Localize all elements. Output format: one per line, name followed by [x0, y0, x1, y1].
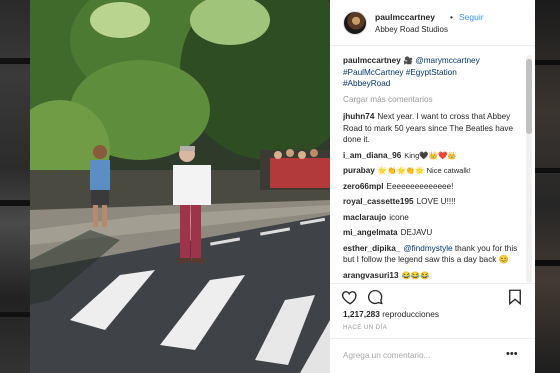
- background-left-edge: [0, 0, 30, 373]
- scrollbar-thumb[interactable]: [526, 59, 532, 134]
- comment-username[interactable]: purabay: [343, 166, 375, 175]
- comment-username[interactable]: arangvasuri13: [343, 271, 399, 280]
- comment-item: esther_dipika_ @findmystyle thank you for…: [343, 243, 521, 266]
- comment-text: Eeeeeeeeeeeeee!: [386, 181, 454, 191]
- comment-text: 🌟👏🌟👏🌟 Nice catwalk!: [377, 166, 471, 175]
- caption: paulmccartney 🎥 @marymccartney #PaulMcCar…: [343, 55, 521, 90]
- comments-scrollbar[interactable]: [526, 55, 532, 283]
- heart-icon[interactable]: [341, 288, 359, 306]
- comment-username[interactable]: i_am_diana_96: [343, 151, 401, 160]
- caption-username[interactable]: paulmccartney: [343, 56, 401, 65]
- more-options-icon[interactable]: •••: [506, 348, 518, 360]
- comment-input[interactable]: [343, 348, 493, 362]
- caption-mention[interactable]: @marymccartney: [415, 56, 479, 65]
- post-sidebar: paulmccartney • Seguir Abbey Road Studio…: [330, 0, 535, 373]
- abbey-road-scene: [30, 0, 330, 373]
- comment-item: zero66mpl Eeeeeeeeeeeeee!: [343, 181, 521, 193]
- comment-mention[interactable]: @findmystyle: [403, 244, 452, 253]
- separator-dot: •: [450, 12, 453, 22]
- comment-item: maclaraujo icone: [343, 212, 521, 224]
- views-number: 1,217,283: [343, 309, 380, 319]
- post-video[interactable]: [30, 0, 330, 373]
- comment-username[interactable]: mi_angelmata: [343, 228, 398, 237]
- comments-list: paulmccartney 🎥 @marymccartney #PaulMcCar…: [343, 55, 521, 283]
- comment-username[interactable]: zero66mpl: [343, 182, 384, 191]
- comment-item: jhuhn74 Next year. I want to cross that A…: [343, 111, 521, 146]
- comment-item: purabay 🌟👏🌟👏🌟 Nice catwalk!: [343, 165, 521, 177]
- comment-username[interactable]: royal_cassette195: [343, 197, 414, 206]
- comment-text: LOVE U!!!!: [416, 197, 456, 206]
- post-location[interactable]: Abbey Road Studios: [375, 25, 448, 34]
- views-count[interactable]: 1,217,283 reproducciones: [343, 309, 439, 319]
- comment-item: mi_angelmata DEJAVU: [343, 227, 521, 239]
- caption-hashtags[interactable]: #PaulMcCartney #EgyptStation: [343, 68, 457, 77]
- comment-username[interactable]: jhuhn74: [343, 112, 374, 121]
- post-timestamp[interactable]: HACE UN DÍA: [343, 324, 387, 331]
- load-more-comments-button[interactable]: Cargar más comentarios: [343, 94, 521, 106]
- bookmark-icon[interactable]: [506, 288, 524, 306]
- background-right-edge: [535, 0, 560, 373]
- add-comment-bar: •••: [330, 338, 535, 373]
- comment-text: 😂😂😂: [401, 270, 430, 280]
- post-header: paulmccartney • Seguir Abbey Road Studio…: [330, 0, 535, 46]
- caption-hashtag-abbeyroad[interactable]: #AbbeyRoad: [343, 79, 390, 88]
- comment-username[interactable]: esther_dipika_: [343, 244, 400, 253]
- views-label: reproducciones: [382, 309, 439, 319]
- avatar[interactable]: [343, 11, 367, 35]
- comment-text: King🖤👑❤️👑: [404, 150, 457, 160]
- comment-username[interactable]: maclaraujo: [343, 213, 386, 222]
- comment-text: icone: [389, 212, 409, 222]
- comment-item: royal_cassette195 LOVE U!!!!: [343, 196, 521, 208]
- comment-text: DEJAVU: [400, 228, 433, 237]
- comment-icon[interactable]: [366, 288, 384, 306]
- comment-item: i_am_diana_96 King🖤👑❤️👑: [343, 150, 521, 162]
- post-username[interactable]: paulmccartney: [375, 12, 435, 22]
- comment-item: arangvasuri13 😂😂😂: [343, 270, 521, 282]
- action-bar: [330, 283, 535, 310]
- camera-emoji: 🎥: [403, 56, 414, 65]
- follow-button[interactable]: Seguir: [459, 12, 484, 22]
